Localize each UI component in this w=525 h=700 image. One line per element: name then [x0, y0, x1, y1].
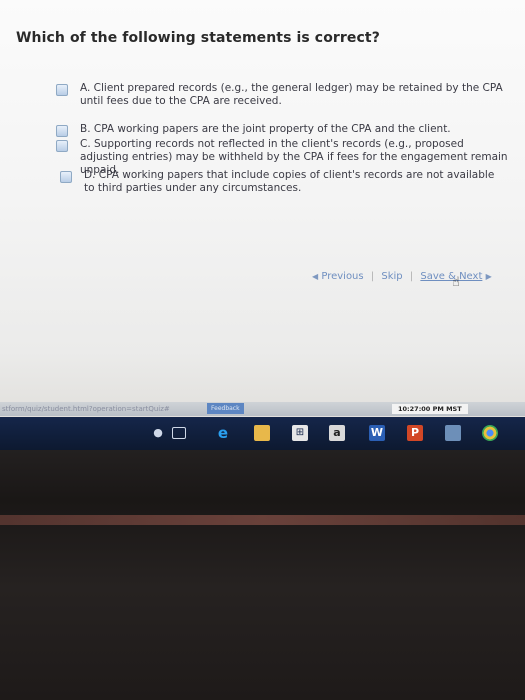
- option-d-label: D. CPA working papers that include copie…: [84, 169, 495, 194]
- option-b[interactable]: B. CPA working papers are the joint prop…: [56, 123, 510, 137]
- browser-screen: Which of the following statements is cor…: [0, 0, 525, 440]
- previous-link[interactable]: Previous: [321, 271, 363, 282]
- clock-display: 10:27:00 PM MST: [392, 404, 468, 414]
- word-icon[interactable]: W: [369, 425, 385, 441]
- store-icon[interactable]: ⊞: [292, 425, 308, 441]
- option-c-checkbox[interactable]: [56, 140, 68, 152]
- bezel-reflection: [0, 515, 525, 525]
- edge-icon[interactable]: e: [215, 425, 231, 441]
- windows-taskbar: ● e ⊞ a W P: [0, 417, 525, 450]
- chrome-icon[interactable]: [482, 425, 498, 441]
- question-text: Which of the following statements is cor…: [16, 30, 380, 46]
- amazon-icon[interactable]: a: [329, 425, 345, 441]
- feedback-button[interactable]: Feedback: [207, 403, 244, 414]
- option-a[interactable]: A. Client prepared records (e.g., the ge…: [56, 82, 510, 108]
- hand-cursor-icon: ☝: [452, 275, 460, 290]
- option-d-checkbox[interactable]: [60, 171, 72, 183]
- chevron-left-icon: ◀: [312, 272, 319, 281]
- photos-icon[interactable]: [445, 425, 461, 441]
- nav-separator: |: [370, 271, 375, 282]
- microphone-icon[interactable]: ●: [150, 425, 166, 441]
- powerpoint-icon[interactable]: P: [407, 425, 423, 441]
- option-a-checkbox[interactable]: [56, 84, 68, 96]
- status-url: stform/quiz/student.html?operation=start…: [2, 405, 170, 413]
- skip-link[interactable]: Skip: [381, 271, 402, 282]
- option-b-checkbox[interactable]: [56, 125, 68, 137]
- option-b-label: B. CPA working papers are the joint prop…: [80, 123, 451, 135]
- option-a-label: A. Client prepared records (e.g., the ge…: [80, 82, 503, 107]
- task-view-icon[interactable]: [172, 427, 186, 439]
- monitor-bezel: [0, 450, 525, 700]
- quiz-navigation: ◀ Previous | Skip | Save & Next ▶: [312, 271, 492, 282]
- option-d[interactable]: D. CPA working papers that include copie…: [60, 169, 504, 195]
- browser-status-bar: stform/quiz/student.html?operation=start…: [0, 402, 525, 416]
- file-explorer-icon[interactable]: [254, 425, 270, 441]
- chevron-right-icon: ▶: [485, 272, 492, 281]
- nav-separator: |: [409, 271, 414, 282]
